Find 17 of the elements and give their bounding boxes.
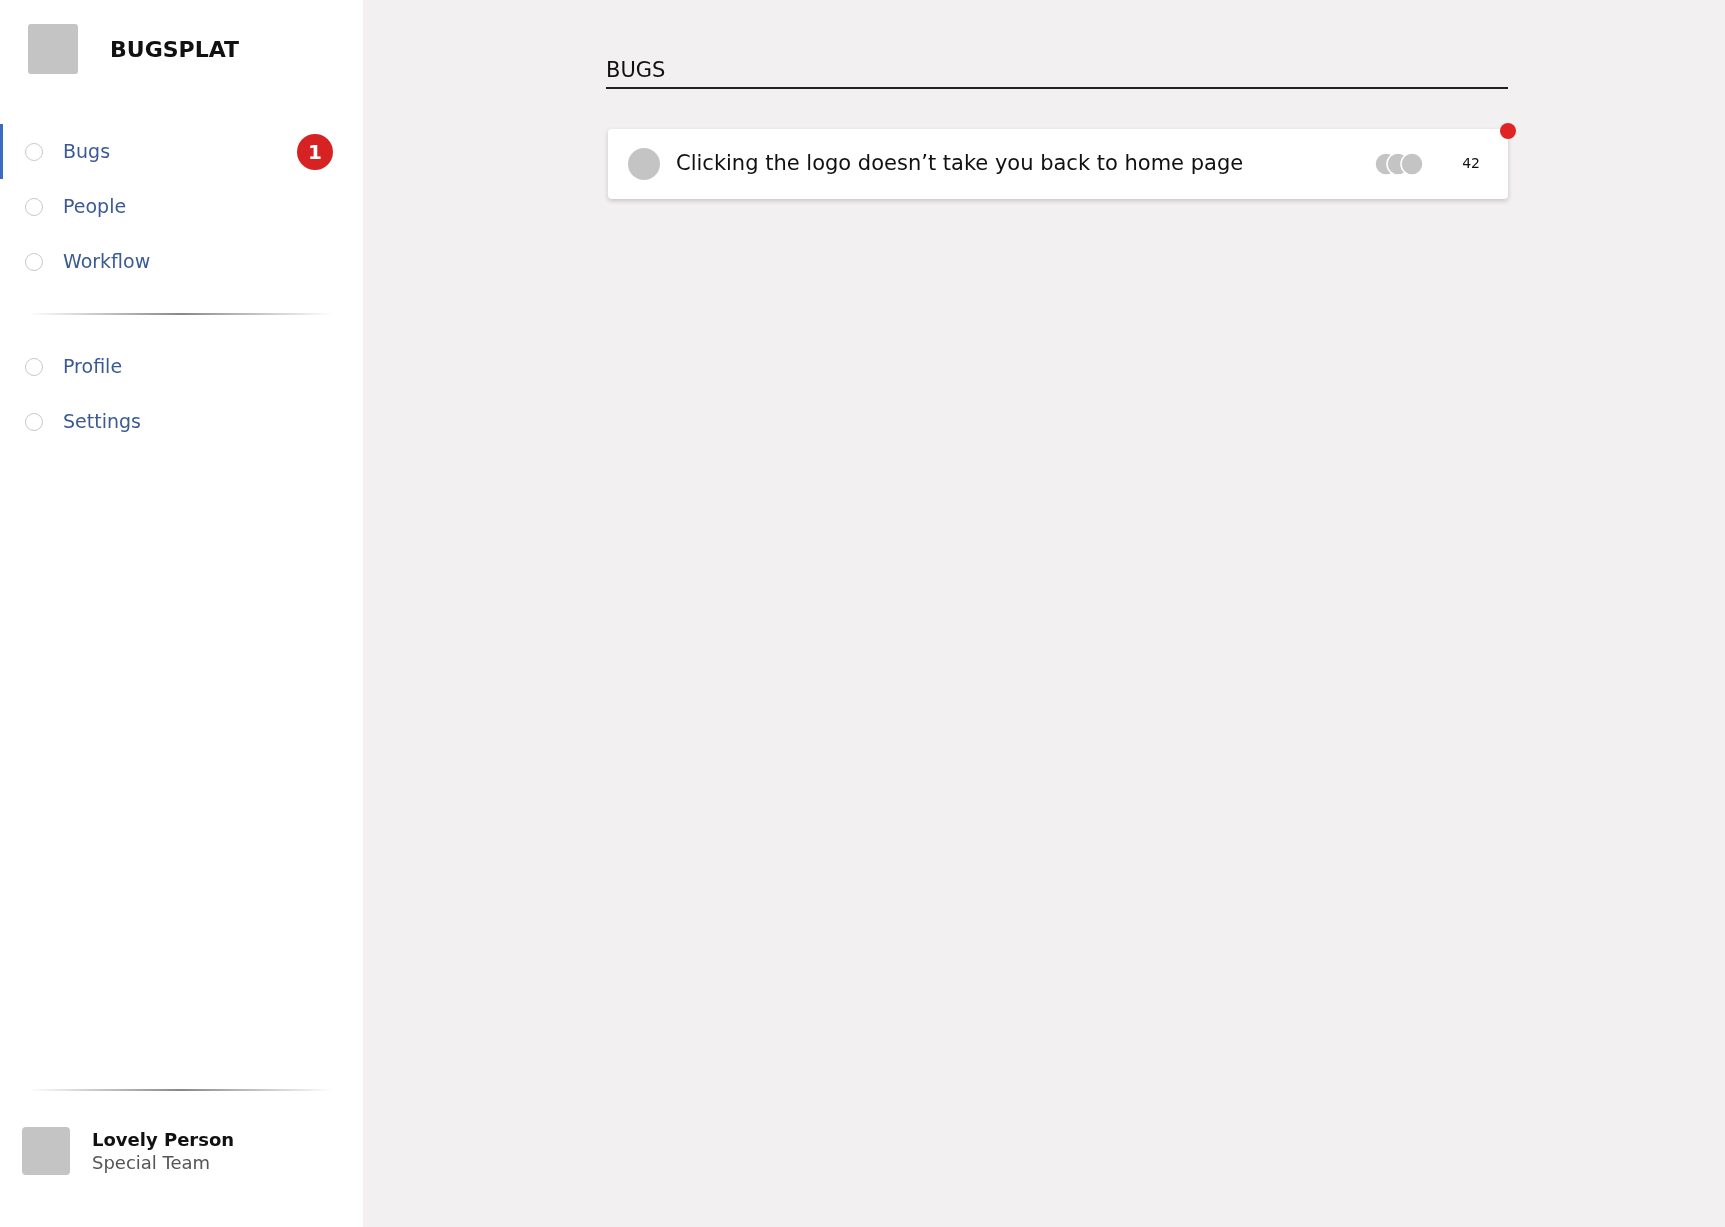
bug-title: Clicking the logo doesn’t take you back to home page	[676, 149, 1244, 177]
app-name: BUGSPLAT	[110, 35, 239, 64]
nav-item[interactable]: Settings	[0, 394, 363, 449]
avatar-placeholder	[22, 1127, 70, 1175]
user-team: Special Team	[92, 1151, 212, 1175]
bug-card[interactable]: Clicking the logo doesn’t take you back to home page 42	[608, 128, 1508, 199]
logo-placeholder	[28, 24, 78, 74]
count-badge: 1	[297, 133, 333, 170]
nav-item[interactable]: Profile	[0, 339, 363, 394]
nav-item[interactable]: Workflow	[0, 234, 363, 289]
nav-item[interactable]: People	[0, 179, 363, 234]
page-title: BUGS	[606, 57, 666, 84]
user-name: Lovely Person	[92, 1127, 235, 1151]
nav-item[interactable]: Bugs 1	[0, 124, 363, 179]
status-dot	[628, 147, 660, 180]
comment-count: 42	[1462, 154, 1480, 173]
avatar-group-icon	[1374, 151, 1425, 176]
